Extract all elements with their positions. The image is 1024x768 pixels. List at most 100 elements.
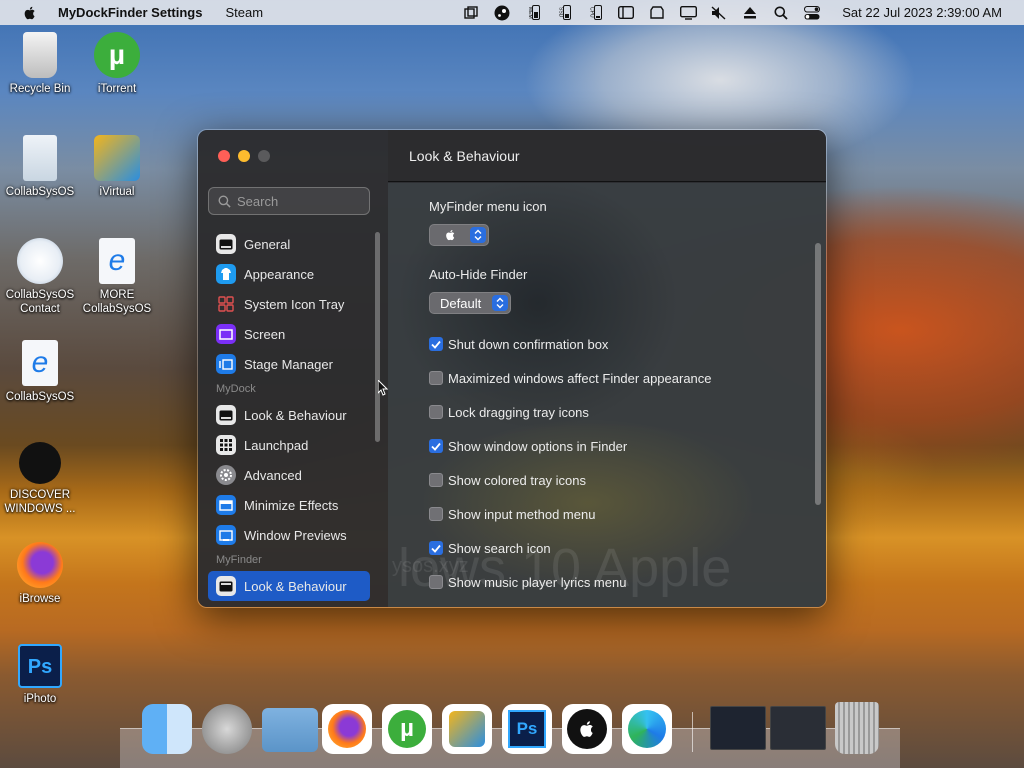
utorrent-icon: µ [94, 32, 140, 78]
app-menu-title[interactable]: MyDockFinder Settings [58, 5, 202, 20]
drive-icon[interactable] [648, 5, 666, 21]
tray-app-icon[interactable] [462, 5, 480, 21]
checkbox-unchecked[interactable] [429, 371, 443, 385]
checkbox-checked[interactable] [429, 541, 443, 555]
sidebar-item-minimize-effects[interactable]: Minimize Effects [208, 490, 370, 520]
desktop-icon-discover-windows[interactable]: DISCOVER WINDOWS ... [0, 442, 80, 516]
firefox-icon[interactable] [322, 704, 372, 754]
apple-menu-icon[interactable] [22, 5, 38, 21]
sidebar-item-advanced[interactable]: Advanced [208, 460, 370, 490]
launchpad-rocket-icon[interactable] [202, 704, 252, 754]
checkbox-row[interactable]: Show input method menu [429, 505, 595, 523]
finder-icon[interactable] [142, 704, 192, 754]
display-icon[interactable] [679, 5, 697, 21]
content-scrollbar[interactable] [815, 243, 821, 505]
eject-icon[interactable] [741, 5, 759, 21]
sidebar-item-general[interactable]: General [208, 229, 370, 259]
desktop-icon-label: DISCOVER WINDOWS ... [4, 489, 76, 515]
storage-meter-icon: SSD [555, 5, 573, 21]
desktop-icon-label: CollabSysOS [5, 391, 75, 403]
checkbox-label: Maximized windows affect Finder appearan… [448, 370, 712, 386]
sidebar-item-label: Look & Behaviour [244, 407, 347, 423]
window-thumbnail-2[interactable] [770, 706, 826, 750]
checkbox-row[interactable]: Show music player lyrics menu [429, 573, 626, 591]
apple-icon [446, 229, 455, 241]
memory-meter-icon: MEM [524, 5, 542, 21]
desktop-icon-collabsysos-doc[interactable]: CollabSysOS [0, 135, 80, 199]
window-controls [218, 150, 270, 162]
desktop-icon-iphoto[interactable]: Ps iPhoto [0, 644, 80, 706]
sidebar-item-launchpad[interactable]: Launchpad [208, 430, 370, 460]
checkbox-row[interactable]: Shut down confirmation box [429, 335, 608, 353]
zoom-button[interactable] [258, 150, 270, 162]
steam-icon[interactable] [493, 5, 511, 21]
checkbox-row[interactable]: Lock dragging tray icons [429, 403, 589, 421]
close-button[interactable] [218, 150, 230, 162]
menu-icon-label: MyFinder menu icon [429, 199, 547, 214]
desktop-icon-collabsysos-ie[interactable]: e CollabSysOS [0, 340, 80, 404]
menu-item-steam[interactable]: Steam [225, 5, 263, 20]
sidebar-item-system-icon-tray[interactable]: System Icon Tray [208, 289, 370, 319]
sidebar-item-label: Window Previews [244, 527, 347, 543]
mute-icon[interactable] [710, 5, 728, 21]
desktop-icon-itorrent[interactable]: µ iTorrent [77, 32, 157, 96]
checkbox-row[interactable]: Maximized windows affect Finder appearan… [429, 369, 712, 387]
menu-bar: MyDockFinder Settings Steam MEM SSD CPU … [0, 0, 1024, 25]
folder-icon[interactable] [262, 708, 318, 752]
checkbox-label: Shut down confirmation box [448, 336, 609, 352]
desktop-icon-ivirtual[interactable]: iVirtual [77, 135, 157, 199]
desktop-icon-ibrowse[interactable]: iBrowse [0, 542, 80, 606]
desktop-icon-label: iVirtual [99, 186, 135, 198]
mouse-cursor-icon [378, 380, 388, 396]
sidebar-item-dock-look-behaviour[interactable]: Look & Behaviour [208, 400, 370, 430]
checkbox-row[interactable]: Show colored tray icons [429, 471, 586, 489]
edge-icon[interactable] [622, 704, 672, 754]
windows-icon [17, 238, 63, 284]
sidebar-item-label: Minimize Effects [244, 497, 339, 513]
checkbox-unchecked[interactable] [429, 473, 443, 487]
checkbox-row[interactable]: Show window options in Finder [429, 437, 627, 455]
sidebar-scrollbar[interactable] [375, 232, 380, 442]
sidebar-item-label: Screen [244, 326, 286, 342]
sidebar-item-finder-look-behaviour[interactable]: Look & Behaviour [208, 571, 370, 601]
checkbox-checked[interactable] [429, 337, 443, 351]
checkbox-unchecked[interactable] [429, 405, 443, 419]
menu-clock[interactable]: Sat 22 Jul 2023 2:39:00 AM [842, 5, 1002, 20]
sidebar-item-appearance[interactable]: Appearance [208, 259, 370, 289]
trash-icon[interactable] [835, 702, 879, 754]
checkbox-unchecked[interactable] [429, 507, 443, 521]
search-input[interactable] [237, 193, 357, 209]
autohide-select[interactable]: Default [429, 292, 511, 314]
sidebar-search[interactable] [208, 187, 370, 215]
checkbox-label: Show window options in Finder [448, 438, 628, 454]
checkmark-icon [431, 340, 441, 349]
search-icon[interactable] [772, 5, 790, 21]
sidebar-item-label: Look & Behaviour [244, 578, 347, 594]
general-icon [216, 234, 236, 254]
desktop-icon-more-collabsysos[interactable]: e MORE CollabSysOS [77, 238, 157, 316]
sidebar-item-stage-manager[interactable]: Stage Manager [208, 349, 370, 379]
checkbox-unchecked[interactable] [429, 575, 443, 589]
apple-circle-icon[interactable] [562, 704, 612, 754]
checkbox-checked[interactable] [429, 439, 443, 453]
photoshop-icon[interactable]: Ps [502, 704, 552, 754]
virtual-icon[interactable] [442, 704, 492, 754]
utorrent-icon[interactable]: µ [382, 704, 432, 754]
control-center-icon[interactable] [803, 5, 821, 21]
sidebar-item-screen[interactable]: Screen [208, 319, 370, 349]
launchpad-icon [216, 435, 236, 455]
sidebar-icon[interactable] [617, 5, 635, 21]
minimize-button[interactable] [238, 150, 250, 162]
photoshop-logo: Ps [508, 710, 546, 748]
checkbox-row[interactable]: Show search icon [429, 539, 551, 557]
menu-icon-select[interactable] [429, 224, 489, 246]
checkmark-icon [431, 544, 441, 553]
desktop-icon-recycle-bin[interactable]: Recycle Bin [0, 32, 80, 96]
firefox-icon [17, 542, 63, 588]
checkbox-label: Show colored tray icons [448, 472, 587, 488]
desktop-icon-collabsysos-contact[interactable]: CollabSysOS Contact [0, 238, 80, 316]
window-thumbnail-1[interactable] [710, 706, 766, 750]
desktop-icon-label: CollabSysOS Contact [5, 289, 75, 315]
sidebar-item-window-previews[interactable]: Window Previews [208, 520, 370, 550]
sidebar-item-label: Launchpad [244, 437, 309, 453]
